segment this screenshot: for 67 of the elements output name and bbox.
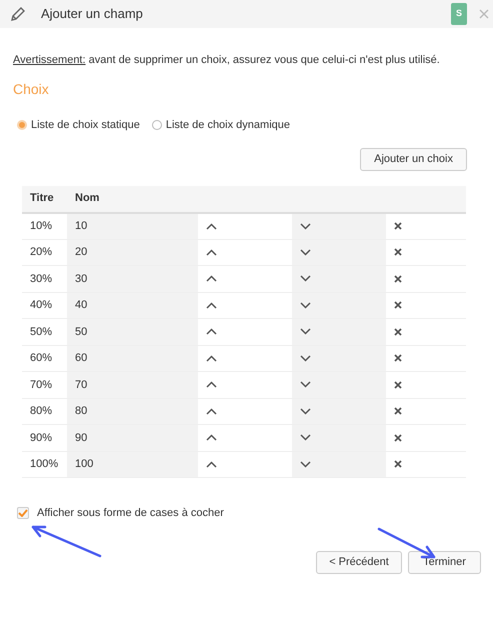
table-cell: 30% — [22, 266, 67, 292]
delete-icon[interactable] — [394, 248, 402, 256]
delete-icon[interactable] — [394, 380, 402, 389]
up-chevron-icon[interactable] — [206, 275, 217, 282]
up-chevron-icon[interactable] — [206, 222, 217, 230]
up-chevron-icon[interactable] — [206, 434, 217, 442]
delete-icon[interactable] — [394, 222, 402, 230]
delete-icon[interactable] — [394, 460, 402, 468]
radio-label: Liste de choix dynamique — [166, 118, 290, 133]
down-chevron-icon[interactable] — [300, 354, 311, 362]
up-chevron-icon[interactable] — [206, 248, 217, 256]
table-cell: 90 — [67, 424, 198, 451]
down-chevron-icon[interactable] — [300, 328, 311, 336]
radio-label: Liste de choix statique — [31, 118, 140, 133]
up-chevron-icon[interactable] — [206, 408, 217, 415]
down-chevron-icon[interactable] — [300, 302, 311, 309]
down-chevron-icon[interactable] — [300, 408, 311, 415]
checkbox[interactable] — [17, 507, 29, 520]
radio-button[interactable] — [17, 120, 27, 130]
table-cell: 20 — [67, 239, 198, 266]
table-cell: 10 — [67, 212, 198, 239]
table-cell: 80% — [22, 398, 67, 424]
table-cell: 10% — [22, 212, 67, 239]
up-chevron-icon[interactable] — [206, 302, 217, 309]
table-cell: 30 — [67, 266, 198, 292]
delete-icon[interactable] — [394, 301, 402, 310]
table-cell: 50% — [22, 318, 67, 345]
check-icon — [18, 509, 28, 518]
down-chevron-icon[interactable] — [300, 460, 311, 468]
delete-icon[interactable] — [394, 328, 402, 336]
down-chevron-icon[interactable] — [300, 222, 311, 230]
table-cell: 50 — [67, 318, 198, 345]
table-cell: 100 — [67, 451, 198, 478]
delete-icon[interactable] — [394, 354, 402, 362]
table-cell: 70 — [67, 372, 198, 398]
table-cell: 60 — [67, 345, 198, 372]
down-chevron-icon[interactable] — [300, 275, 311, 282]
table-cell: 60% — [22, 345, 67, 372]
up-chevron-icon[interactable] — [206, 460, 217, 468]
delete-icon[interactable] — [394, 274, 402, 283]
table-cell: 90% — [22, 424, 67, 451]
checkbox-label: Afficher sous forme de cases à cocher — [37, 506, 224, 521]
table-cell: 70% — [22, 372, 67, 398]
down-chevron-icon[interactable] — [300, 434, 311, 442]
delete-icon[interactable] — [394, 407, 402, 416]
column-header: Titre — [22, 186, 67, 212]
table-cell: 40% — [22, 292, 67, 318]
dialog-title: Ajouter un champ — [41, 5, 143, 24]
up-chevron-icon[interactable] — [206, 381, 217, 388]
delete-icon[interactable] — [394, 434, 402, 442]
pencil-icon — [10, 6, 26, 22]
finish-button[interactable]: Terminer — [408, 550, 481, 574]
up-chevron-icon[interactable] — [206, 328, 217, 336]
up-chevron-icon[interactable] — [206, 354, 217, 362]
column-header: Nom — [67, 186, 198, 212]
down-chevron-icon[interactable] — [300, 248, 311, 256]
table-cell: 100% — [22, 451, 67, 478]
radio-button[interactable] — [152, 120, 162, 130]
status-badge: S — [451, 3, 467, 25]
table-cell: 20% — [22, 239, 67, 266]
down-chevron-icon[interactable] — [300, 381, 311, 388]
previous-button[interactable]: < Précédent — [316, 550, 402, 574]
table-cell: 40 — [67, 292, 198, 318]
table-cell: 80 — [67, 398, 198, 424]
warning-text: Avertissement: avant de supprimer un choix, assurez vous que celui-ci n'est plus utilisé. — [13, 53, 440, 67]
add-choice-button[interactable]: Ajouter un choix — [360, 148, 467, 170]
section-title: Choix — [13, 80, 50, 99]
